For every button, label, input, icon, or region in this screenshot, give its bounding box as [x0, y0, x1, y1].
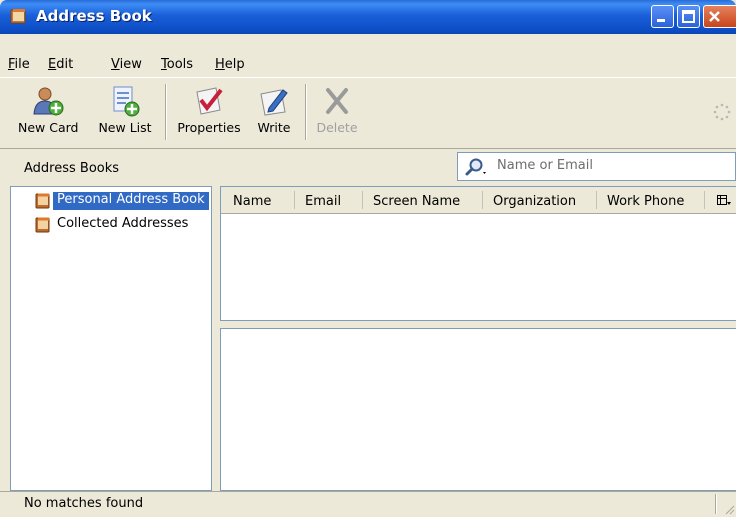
- search-input[interactable]: Name or Email: [497, 158, 593, 173]
- delete-icon: [326, 88, 348, 114]
- address-books-heading: Address Books: [24, 161, 120, 176]
- menu-edit-mnemonic: E: [48, 57, 57, 72]
- menu-help-mnemonic: H: [215, 57, 225, 72]
- tree-item-personal[interactable]: Personal Address Book: [11, 191, 211, 211]
- tree-item-label: Collected Addresses: [57, 216, 189, 231]
- properties-label: Properties: [177, 120, 241, 135]
- address-book-icon: [10, 9, 26, 24]
- column-divider[interactable]: [294, 191, 295, 209]
- book-icon: [35, 217, 50, 233]
- properties-button[interactable]: Properties: [173, 84, 245, 135]
- maximize-icon: [682, 10, 695, 23]
- menu-tools[interactable]: Tools: [161, 57, 193, 72]
- menu-tools-label: ools: [166, 57, 194, 72]
- minimize-button[interactable]: [651, 5, 674, 28]
- book-icon: [35, 193, 50, 209]
- new-list-icon: [113, 86, 140, 117]
- column-divider[interactable]: [596, 191, 597, 209]
- close-button[interactable]: [703, 5, 736, 28]
- menu-file[interactable]: File: [8, 57, 30, 72]
- new-card-icon: [33, 87, 64, 116]
- tree-item-label: Personal Address Book: [53, 192, 209, 210]
- column-header-row: Name Email Screen Name Organization Work…: [221, 187, 736, 214]
- status-divider: [715, 494, 717, 514]
- results-list[interactable]: Name Email Screen Name Organization Work…: [220, 186, 736, 321]
- column-header-name[interactable]: Name: [233, 194, 271, 209]
- menu-view-mnemonic: V: [111, 57, 120, 72]
- delete-label: Delete: [316, 120, 358, 135]
- menu-edit-label: dit: [56, 57, 74, 72]
- toolbar-separator: [305, 84, 307, 140]
- column-divider[interactable]: [704, 191, 705, 209]
- new-list-label: New List: [98, 120, 152, 135]
- column-header-organization[interactable]: Organization: [493, 194, 576, 209]
- write-label: Write: [257, 120, 291, 135]
- title-bar[interactable]: Address Book: [0, 0, 736, 34]
- tree-item-collected[interactable]: Collected Addresses: [11, 215, 211, 235]
- menu-help[interactable]: Help: [215, 57, 245, 72]
- new-list-button[interactable]: New List: [95, 84, 155, 135]
- delete-button[interactable]: Delete: [312, 84, 362, 135]
- search-icon[interactable]: [464, 157, 490, 177]
- menu-help-label: elp: [224, 57, 245, 72]
- write-button[interactable]: Write: [252, 84, 296, 135]
- write-icon: [260, 89, 288, 116]
- column-picker-icon[interactable]: [717, 195, 731, 207]
- close-icon: [709, 11, 720, 22]
- maximize-button[interactable]: [677, 5, 700, 28]
- throbber-icon: [713, 103, 731, 121]
- column-header-work-phone[interactable]: Work Phone: [607, 194, 684, 209]
- new-card-button[interactable]: New Card: [18, 84, 78, 135]
- toolbar-separator: [165, 84, 167, 140]
- address-books-tree[interactable]: Personal Address Book Collected Addresse…: [10, 186, 212, 491]
- new-card-label: New Card: [18, 120, 79, 135]
- menu-file-label: ile: [14, 57, 30, 72]
- menu-view[interactable]: View: [111, 57, 142, 72]
- address-book-window: Address Book File Edit View Tools Help N…: [0, 0, 736, 516]
- status-text: No matches found: [24, 496, 144, 511]
- window-title: Address Book: [36, 7, 152, 25]
- menu-view-label: iew: [119, 57, 142, 72]
- resize-grip-icon[interactable]: [723, 503, 735, 515]
- column-header-email[interactable]: Email: [305, 194, 341, 209]
- column-divider[interactable]: [482, 191, 483, 209]
- column-header-screen-name[interactable]: Screen Name: [373, 194, 460, 209]
- search-box[interactable]: Name or Email: [457, 152, 736, 181]
- minimize-icon: [657, 19, 665, 22]
- card-details-pane: [220, 328, 736, 491]
- column-divider[interactable]: [362, 191, 363, 209]
- menu-edit[interactable]: Edit: [48, 57, 73, 72]
- properties-icon: [196, 87, 223, 115]
